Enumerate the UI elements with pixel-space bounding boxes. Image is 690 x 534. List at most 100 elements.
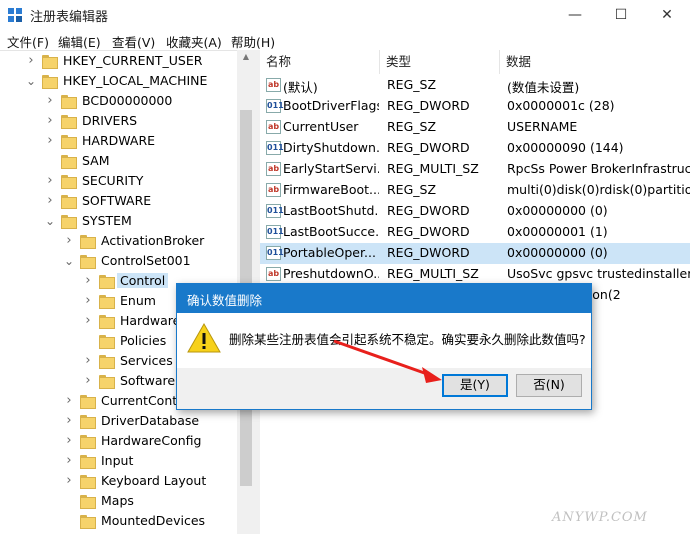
value-row[interactable]: 011 LastBootShutd... REG_DWORD 0x00000000 (… bbox=[260, 201, 690, 222]
yes-button[interactable]: 是(Y) bbox=[442, 374, 508, 397]
menu-help[interactable]: 帮助(H) bbox=[231, 32, 275, 51]
tree-item[interactable]: › Keyboard Layout bbox=[0, 472, 235, 492]
warning-icon bbox=[187, 322, 221, 353]
menu-favorites[interactable]: 收藏夹(A) bbox=[166, 32, 222, 51]
tree-item[interactable]: › DRIVERS bbox=[0, 112, 235, 132]
tree-item[interactable]: ⌄ SYSTEM bbox=[0, 212, 235, 232]
value-row[interactable]: ab EarlyStartServi... REG_MULTI_SZ RpcSs Po… bbox=[260, 159, 690, 180]
chevron-right-icon[interactable]: › bbox=[82, 374, 94, 388]
value-name: LastBootSucce... bbox=[283, 224, 379, 239]
chevron-down-icon[interactable]: ⌄ bbox=[44, 214, 56, 228]
column-header-data[interactable]: 数据 bbox=[500, 50, 690, 74]
folder-icon bbox=[80, 435, 96, 449]
tree-item-label: HKEY_CURRENT_USER bbox=[63, 53, 203, 68]
tree-item-label: SYSTEM bbox=[82, 213, 132, 228]
chevron-right-icon[interactable]: › bbox=[82, 294, 94, 308]
value-row[interactable]: ab CurrentUser REG_SZ USERNAME bbox=[260, 117, 690, 138]
value-row[interactable]: 011 DirtyShutdown... REG_DWORD 0x00000090 (… bbox=[260, 138, 690, 159]
chevron-right-icon[interactable]: › bbox=[63, 434, 75, 448]
tree-item[interactable]: › SECURITY bbox=[0, 172, 235, 192]
folder-icon bbox=[99, 355, 115, 369]
column-header-name[interactable]: 名称 bbox=[260, 50, 380, 74]
no-button[interactable]: 否(N) bbox=[516, 374, 582, 397]
tree-item[interactable]: ⌄ HKEY_LOCAL_MACHINE bbox=[0, 72, 235, 92]
tree-item-label: Policies bbox=[120, 333, 167, 348]
tree-item[interactable]: › SOFTWARE bbox=[0, 192, 235, 212]
value-row[interactable]: ab FirmwareBoot... REG_SZ multi(0)disk(0)rd… bbox=[260, 180, 690, 201]
tree-item-label: Input bbox=[101, 453, 134, 468]
value-type: REG_DWORD bbox=[387, 245, 470, 260]
chevron-right-icon[interactable]: › bbox=[25, 54, 37, 68]
chevron-right-icon[interactable]: › bbox=[82, 354, 94, 368]
tree-item-label: ActivationBroker bbox=[101, 233, 205, 248]
chevron-right-icon[interactable]: › bbox=[63, 474, 75, 488]
value-row[interactable]: ab PreshutdownO... REG_MULTI_SZ UsoSvc gpsv… bbox=[260, 264, 690, 285]
menu-file[interactable]: 文件(F) bbox=[7, 32, 49, 51]
folder-icon bbox=[99, 375, 115, 389]
value-row[interactable]: 011 LastBootSucce... REG_DWORD 0x00000001 (… bbox=[260, 222, 690, 243]
folder-icon bbox=[99, 275, 115, 289]
value-row[interactable]: 011 PortableOper... REG_DWORD 0x00000000 (0… bbox=[260, 243, 690, 264]
title-bar: 注册表编辑器 — ☐ ✕ bbox=[0, 0, 690, 30]
tree-item[interactable]: SAM bbox=[0, 152, 235, 172]
chevron-right-icon[interactable]: › bbox=[63, 454, 75, 468]
tree-item[interactable]: › ActivationBroker bbox=[0, 232, 235, 252]
column-header-type[interactable]: 类型 bbox=[380, 50, 500, 74]
value-data: 0x00000000 (0) bbox=[507, 203, 608, 218]
value-name: LastBootShutd... bbox=[283, 203, 379, 218]
tree-item[interactable]: › Input bbox=[0, 452, 235, 472]
folder-icon bbox=[61, 195, 77, 209]
menu-edit[interactable]: 编辑(E) bbox=[58, 32, 101, 51]
tree-item-label: BCD00000000 bbox=[82, 93, 173, 108]
tree-item-label: SAM bbox=[82, 153, 110, 168]
chevron-down-icon[interactable]: ⌄ bbox=[25, 74, 37, 88]
chevron-right-icon[interactable]: › bbox=[44, 194, 56, 208]
window-title: 注册表编辑器 bbox=[30, 10, 109, 25]
tree-item-label: Enum bbox=[120, 293, 156, 308]
tree-item[interactable]: › HKEY_CURRENT_USER bbox=[0, 52, 235, 72]
folder-icon bbox=[80, 475, 96, 489]
binary-value-icon: 011 bbox=[266, 99, 284, 113]
value-row[interactable]: 011 BootDriverFlags REG_DWORD 0x0000001c (2… bbox=[260, 96, 690, 117]
chevron-right-icon[interactable]: › bbox=[63, 414, 75, 428]
value-type: REG_DWORD bbox=[387, 98, 470, 113]
value-type: REG_SZ bbox=[387, 182, 437, 197]
minimize-button[interactable]: — bbox=[552, 0, 598, 30]
tree-item[interactable]: › HARDWARE bbox=[0, 132, 235, 152]
value-row[interactable]: ab (默认) REG_SZ (数值未设置) bbox=[260, 75, 690, 96]
chevron-right-icon[interactable]: › bbox=[44, 134, 56, 148]
tree-item[interactable]: ⌄ ControlSet001 bbox=[0, 252, 235, 272]
folder-icon bbox=[61, 215, 77, 229]
binary-value-icon: 011 bbox=[266, 141, 284, 155]
chevron-right-icon[interactable]: › bbox=[44, 94, 56, 108]
folder-icon bbox=[80, 415, 96, 429]
binary-value-icon: 011 bbox=[266, 246, 284, 260]
tree-item[interactable]: › BCD00000000 bbox=[0, 92, 235, 112]
folder-icon bbox=[80, 235, 96, 249]
tree-item-label: DriverDatabase bbox=[101, 413, 200, 428]
close-button[interactable]: ✕ bbox=[644, 0, 690, 30]
scroll-up-icon[interactable]: ▲ bbox=[237, 52, 255, 66]
value-data: USERNAME bbox=[507, 119, 578, 134]
registry-app-icon bbox=[8, 8, 22, 22]
tree-item[interactable]: › HardwareConfig bbox=[0, 432, 235, 452]
tree-item[interactable]: Maps bbox=[0, 492, 235, 512]
chevron-right-icon[interactable]: › bbox=[44, 174, 56, 188]
maximize-button[interactable]: ☐ bbox=[598, 0, 644, 30]
chevron-right-icon[interactable]: › bbox=[44, 114, 56, 128]
chevron-right-icon[interactable]: › bbox=[63, 234, 75, 248]
chevron-right-icon[interactable]: › bbox=[82, 274, 94, 288]
tree-item-label: HardwareConfig bbox=[101, 433, 202, 448]
tree-item[interactable]: › DriverDatabase bbox=[0, 412, 235, 432]
chevron-right-icon[interactable]: › bbox=[82, 314, 94, 328]
folder-icon bbox=[80, 395, 96, 409]
value-type: REG_DWORD bbox=[387, 224, 470, 239]
value-name: PreshutdownO... bbox=[283, 266, 379, 281]
watermark: ANYWP.COM bbox=[552, 510, 648, 525]
tree-item[interactable]: MountedDevices bbox=[0, 512, 235, 532]
menu-view[interactable]: 查看(V) bbox=[112, 32, 155, 51]
red-arrow-annotation bbox=[333, 339, 442, 383]
chevron-right-icon[interactable]: › bbox=[63, 394, 75, 408]
chevron-down-icon[interactable]: ⌄ bbox=[63, 254, 75, 268]
value-name: (默认) bbox=[283, 80, 318, 95]
